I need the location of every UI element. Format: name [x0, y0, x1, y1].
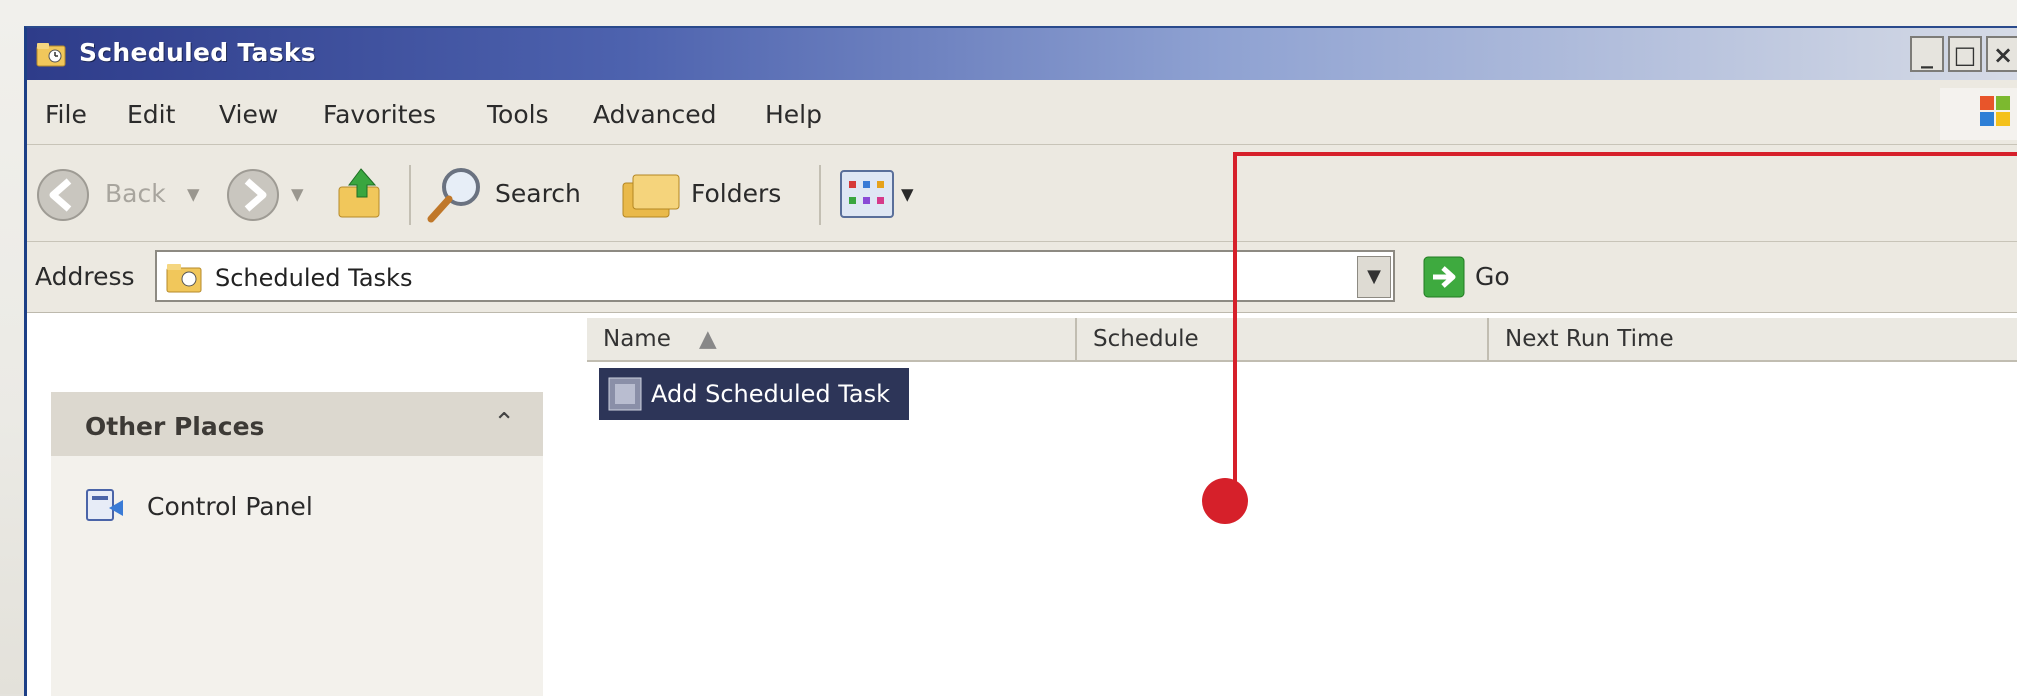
windows-logo	[1940, 88, 2017, 140]
task-name: Add Scheduled Task	[651, 380, 891, 408]
list-item[interactable]: Add Scheduled Task	[599, 368, 909, 420]
address-input[interactable]: Scheduled Tasks ▼	[155, 250, 1395, 302]
control-panel-icon	[86, 489, 123, 521]
other-places-panel: Other Places ⌃ Control Panel	[51, 392, 543, 696]
title-bar[interactable]: Scheduled Tasks _ □ ×	[27, 28, 2017, 80]
add-task-icon	[608, 377, 642, 411]
views-dropdown-icon[interactable]: ▾	[901, 179, 914, 208]
scheduled-tasks-folder-icon	[166, 264, 202, 293]
views-icon[interactable]	[839, 169, 895, 219]
panel-title: Other Places	[85, 412, 265, 441]
folders-icon[interactable]	[619, 167, 685, 223]
menu-bar: File Edit View Favorites Tools Advanced …	[27, 80, 2017, 145]
collapse-chevron-icon[interactable]: ⌃	[493, 408, 515, 438]
up-folder-icon[interactable]	[331, 163, 391, 223]
window-title: Scheduled Tasks	[79, 38, 316, 67]
go-button[interactable]: Go	[1417, 252, 1547, 302]
callout-line	[1235, 152, 2017, 156]
list-column-header: Name ▲ Schedule Next Run Time	[587, 318, 2017, 362]
scheduled-tasks-folder-icon	[36, 43, 66, 67]
menu-tools[interactable]: Tools	[487, 100, 549, 129]
column-schedule[interactable]: Schedule	[1093, 326, 1199, 352]
standard-toolbar: Back ▾ ▾ Search Folders ▾	[27, 145, 2017, 242]
windows-flag-icon	[1980, 96, 2010, 126]
address-bar: Address Scheduled Tasks ▼ Go	[27, 242, 2017, 313]
menu-help[interactable]: Help	[765, 100, 822, 129]
callout-line	[1233, 152, 1237, 492]
toolbar-separator	[409, 165, 411, 225]
address-label: Address	[35, 262, 135, 291]
toolbar-separator	[819, 165, 821, 225]
close-button[interactable]: ×	[1986, 36, 2017, 72]
column-separator[interactable]	[1075, 318, 1077, 360]
back-button-label[interactable]: Back	[105, 179, 166, 208]
back-dropdown-icon[interactable]: ▾	[187, 179, 200, 208]
menu-file[interactable]: File	[45, 100, 87, 129]
panel-link-label: Control Panel	[147, 492, 313, 521]
folders-button-label[interactable]: Folders	[691, 179, 781, 208]
search-icon[interactable]	[423, 163, 487, 227]
menu-edit[interactable]: Edit	[127, 100, 175, 129]
menu-advanced[interactable]: Advanced	[593, 100, 717, 129]
forward-arrow-icon[interactable]	[225, 167, 281, 223]
column-separator[interactable]	[1487, 318, 1489, 360]
column-next-run-time[interactable]: Next Run Time	[1505, 326, 1674, 352]
search-button-label[interactable]: Search	[495, 179, 581, 208]
column-name[interactable]: Name	[603, 326, 671, 352]
panel-header[interactable]: Other Places ⌃	[51, 392, 543, 456]
back-arrow-icon[interactable]	[35, 167, 91, 223]
address-value: Scheduled Tasks	[215, 264, 413, 292]
menu-favorites[interactable]: Favorites	[323, 100, 436, 129]
callout-marker	[1202, 478, 1248, 524]
menu-view[interactable]: View	[219, 100, 278, 129]
sort-ascending-icon: ▲	[699, 326, 717, 352]
go-arrow-icon	[1423, 256, 1465, 298]
explorer-window: Scheduled Tasks _ □ × File Edit View Fav…	[24, 26, 2017, 696]
maximize-button[interactable]: □	[1948, 36, 1982, 72]
address-dropdown-button[interactable]: ▼	[1357, 256, 1391, 298]
minimize-button[interactable]: _	[1910, 36, 1944, 72]
forward-dropdown-icon[interactable]: ▾	[291, 179, 304, 208]
go-label: Go	[1475, 262, 1510, 291]
